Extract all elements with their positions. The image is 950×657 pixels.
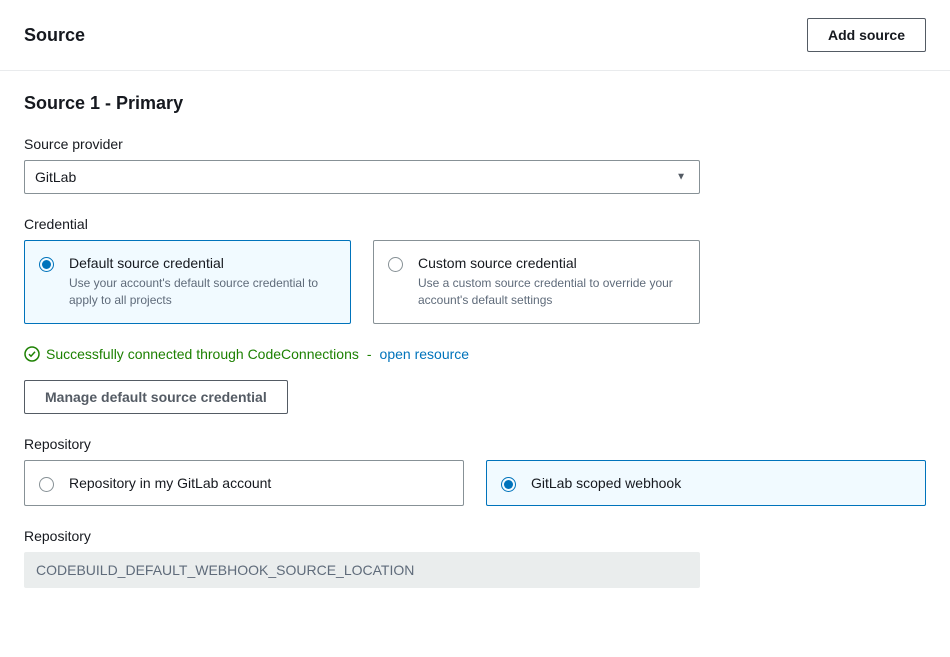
source-provider-value: GitLab <box>24 160 700 194</box>
repository-webhook-title: GitLab scoped webhook <box>531 475 911 491</box>
source-section-title: Source 1 - Primary <box>24 93 926 114</box>
credential-default-title: Default source credential <box>69 255 336 271</box>
radio-unselected-icon <box>39 477 54 492</box>
status-separator: - <box>367 346 372 362</box>
manage-credential-button[interactable]: Manage default source credential <box>24 380 288 414</box>
repository-type-label: Repository <box>24 436 926 452</box>
add-source-button[interactable]: Add source <box>807 18 926 52</box>
credential-default-option[interactable]: Default source credential Use your accou… <box>24 240 351 324</box>
credential-default-desc: Use your account's default source creden… <box>69 275 336 309</box>
credential-options: Default source credential Use your accou… <box>24 240 700 324</box>
credential-custom-desc: Use a custom source credential to overri… <box>418 275 685 309</box>
repository-type-field: Repository Repository in my GitLab accou… <box>24 436 926 506</box>
radio-selected-icon <box>501 477 516 492</box>
open-resource-link[interactable]: open resource <box>380 346 470 362</box>
radio-unselected-icon <box>388 257 403 272</box>
page-title: Source <box>24 25 85 46</box>
page-header: Source Add source <box>0 0 950 71</box>
source-provider-label: Source provider <box>24 136 926 152</box>
repository-location-label: Repository <box>24 528 926 544</box>
repository-location-input <box>24 552 700 588</box>
source-provider-field: Source provider GitLab ▼ <box>24 136 926 194</box>
radio-selected-icon <box>39 257 54 272</box>
credential-field: Credential Default source credential Use… <box>24 216 926 324</box>
repository-type-options: Repository in my GitLab account GitLab s… <box>24 460 926 506</box>
repository-mine-title: Repository in my GitLab account <box>69 475 449 491</box>
connection-status-text: Successfully connected through CodeConne… <box>46 346 359 362</box>
credential-custom-option[interactable]: Custom source credential Use a custom so… <box>373 240 700 324</box>
repository-webhook-option[interactable]: GitLab scoped webhook <box>486 460 926 506</box>
source-provider-select[interactable]: GitLab ▼ <box>24 160 700 194</box>
check-circle-icon <box>24 346 40 362</box>
repository-mine-option[interactable]: Repository in my GitLab account <box>24 460 464 506</box>
repository-location-field: Repository <box>24 528 926 588</box>
credential-label: Credential <box>24 216 926 232</box>
connection-status: Successfully connected through CodeConne… <box>24 346 926 362</box>
credential-custom-title: Custom source credential <box>418 255 685 271</box>
content-area: Source 1 - Primary Source provider GitLa… <box>0 71 950 632</box>
